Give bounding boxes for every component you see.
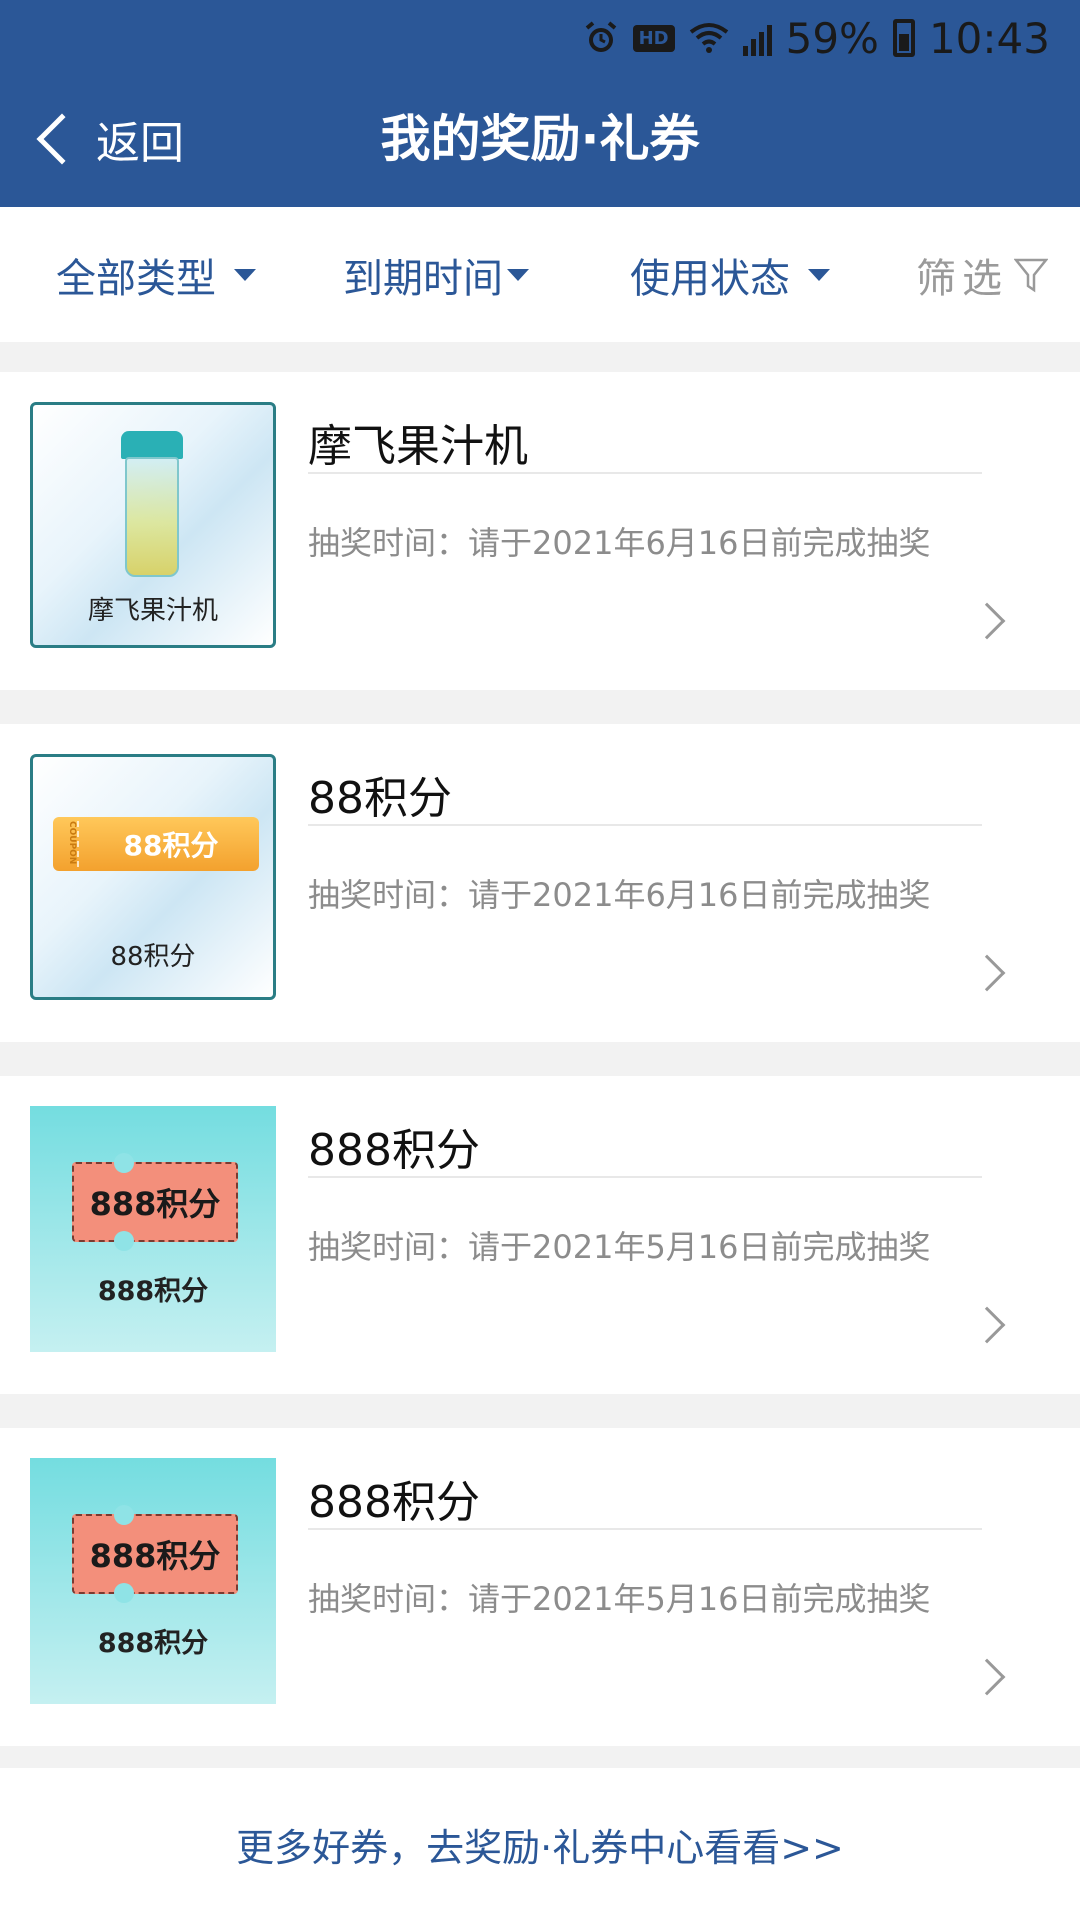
coupon-badge: 888积分: [89, 1537, 221, 1575]
reward-title: 888积分: [308, 1477, 480, 1528]
more-coupons-link[interactable]: 更多好券，去奖励·礼券中心看看>>: [0, 1768, 1080, 1920]
filter-type-dropdown[interactable]: 全部类型: [56, 246, 256, 304]
filter-button[interactable]: 筛选: [916, 246, 1048, 304]
filter-bar: 全部类型 到期时间 使用状态 筛选: [0, 207, 1080, 342]
divider: [308, 472, 982, 474]
battery-percent: 59%: [785, 13, 879, 63]
filter-type-label: 全部类型: [56, 255, 216, 302]
divider: [308, 1176, 982, 1178]
header-bar: HD 59% 10:43 返回 我的奖励·礼券: [0, 0, 1080, 207]
alarm-icon: [583, 20, 619, 56]
list-item[interactable]: 摩飞果汁机 摩飞果汁机 抽奖时间：请于2021年6月16日前完成抽奖: [0, 372, 1080, 690]
caret-down-icon: [234, 268, 256, 281]
reward-thumbnail: 888积分 888积分: [30, 1106, 276, 1352]
chevron-right-icon: [968, 1306, 1006, 1344]
signal-icon: [742, 20, 772, 56]
thumbnail-caption: 摩飞果汁机: [87, 596, 218, 626]
reward-thumbnail: 888积分 888积分: [30, 1458, 276, 1704]
caret-down-icon: [507, 268, 529, 281]
reward-title: 88积分: [308, 773, 452, 824]
thumbnail-caption: 888积分: [97, 1276, 209, 1307]
thumbnail-caption: 888积分: [97, 1628, 209, 1659]
filter-status-dropdown[interactable]: 使用状态: [630, 246, 830, 304]
coupon-image: COUPON 88积分: [53, 817, 259, 871]
filter-expiry-dropdown[interactable]: 到期时间: [343, 246, 529, 304]
reward-list: 摩飞果汁机 摩飞果汁机 抽奖时间：请于2021年6月16日前完成抽奖 COUPO…: [0, 372, 1080, 1780]
page-title: 我的奖励·礼券: [380, 110, 700, 168]
reward-thumbnail: COUPON 88积分 88积分: [30, 754, 276, 1000]
status-bar: HD 59% 10:43: [583, 0, 1080, 76]
chevron-right-icon: [968, 954, 1006, 992]
coupon-badge: 888积分: [89, 1185, 221, 1223]
clock-time: 10:43: [928, 13, 1050, 63]
list-item[interactable]: 888积分 888积分 888积分 抽奖时间：请于2021年5月16日前完成抽奖: [0, 1428, 1080, 1746]
thumbnail-caption: 88积分: [110, 942, 196, 972]
caret-down-icon: [808, 268, 830, 281]
coupon-image: 888积分: [72, 1505, 238, 1603]
filter-status-label: 使用状态: [630, 255, 790, 302]
battery-icon: [892, 19, 915, 57]
wifi-icon: [689, 22, 729, 54]
funnel-icon: [1014, 258, 1048, 292]
reward-title: 888积分: [308, 1125, 480, 1176]
reward-deadline: 抽奖时间：请于2021年6月16日前完成抽奖: [308, 524, 931, 562]
filter-expiry-label: 到期时间: [343, 255, 503, 302]
reward-deadline: 抽奖时间：请于2021年6月16日前完成抽奖: [308, 876, 931, 914]
reward-title: 摩飞果汁机: [308, 421, 528, 472]
coupon-side-label: COUPON: [61, 821, 79, 867]
hd-badge: HD: [632, 24, 675, 52]
divider: [308, 1528, 982, 1530]
reward-deadline: 抽奖时间：请于2021年5月16日前完成抽奖: [308, 1580, 931, 1618]
list-item[interactable]: 888积分 888积分 888积分 抽奖时间：请于2021年5月16日前完成抽奖: [0, 1076, 1080, 1394]
juicer-image: [121, 431, 183, 581]
coupon-image: 888积分: [72, 1153, 238, 1251]
chevron-right-icon: [968, 1658, 1006, 1696]
filter-label: 筛选: [916, 255, 1008, 302]
list-item[interactable]: COUPON 88积分 88积分 88积分 抽奖时间：请于2021年6月16日前…: [0, 724, 1080, 1042]
reward-deadline: 抽奖时间：请于2021年5月16日前完成抽奖: [308, 1228, 931, 1266]
reward-thumbnail: 摩飞果汁机: [30, 402, 276, 648]
divider: [308, 824, 982, 826]
coupon-badge: 88积分: [123, 829, 219, 862]
chevron-right-icon: [968, 602, 1006, 640]
